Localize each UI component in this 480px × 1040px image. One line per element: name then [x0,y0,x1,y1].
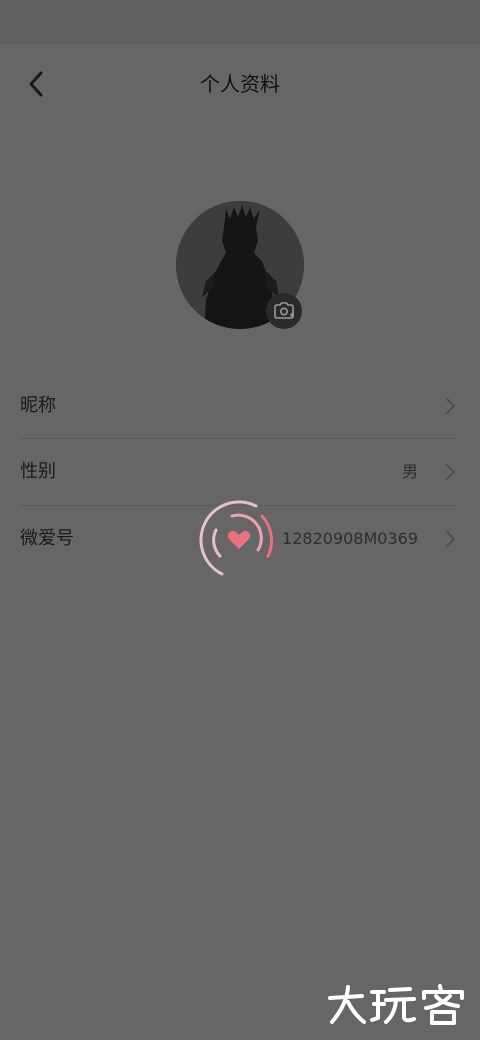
chevron-right-icon [446,464,455,480]
loading-spinner [198,500,274,578]
camera-icon [274,302,294,319]
header-bar: 个人资料 [0,44,480,124]
gender-label: 性别 [20,461,56,482]
nickname-label: 昵称 [20,395,56,416]
weiai-id-label: 微爱号 [20,528,74,549]
profile-screen: 个人资料 昵称 性别 男 微爱号 12820908M0369 [0,0,480,1040]
back-button[interactable] [18,66,54,102]
gender-row[interactable]: 性别 男 [20,439,458,505]
watermark-image [328,984,464,1025]
status-bar [0,0,480,44]
page-title: 个人资料 [200,72,280,96]
chevron-right-icon [446,531,455,547]
chevron-left-icon [29,71,43,97]
loading-heart-icon [199,500,274,576]
chevron-right-icon [446,398,455,414]
nickname-row[interactable]: 昵称 [20,373,458,439]
weiai-id-value: 12820908M0369 [282,529,418,548]
watermark-logo [326,984,470,1026]
gender-value: 男 [401,462,418,481]
avatar-container[interactable] [176,201,304,329]
change-avatar-button[interactable] [266,293,302,329]
